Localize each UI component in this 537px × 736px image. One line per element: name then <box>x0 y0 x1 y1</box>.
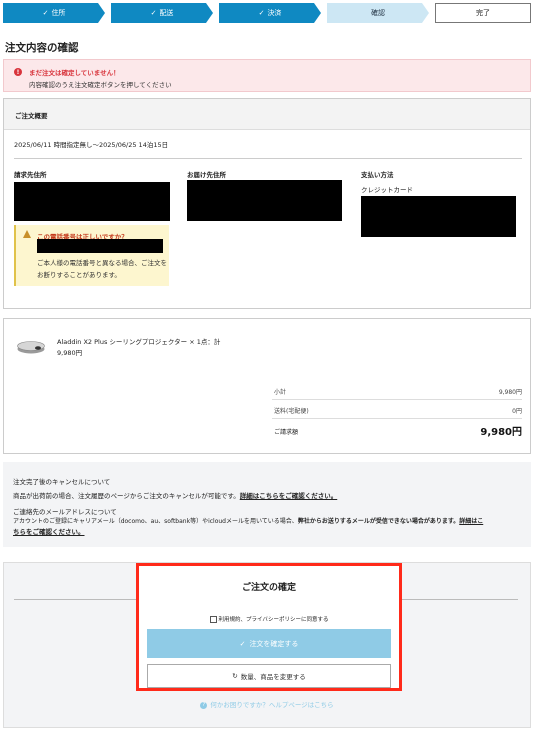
mail-title: ご連絡先のメールアドレスについて <box>13 508 117 516</box>
delivery-schedule: 2025/06/11 時間指定無し〜2025/06/25 14泊15日 <box>14 141 169 149</box>
change-items-button[interactable]: ↻ 数量、商品を変更する <box>147 664 391 688</box>
summary-heading: ご注文概要 <box>15 112 48 120</box>
step-label: 決済 <box>267 9 282 17</box>
confirm-title: ご注文の確定 <box>241 583 296 593</box>
subtotal-label: 小計 <box>274 389 287 396</box>
subtotal-value: 9,980円 <box>498 389 522 396</box>
alert-title: まだ注文は確定していません！ <box>29 69 120 77</box>
mail-detail-link-cont[interactable]: ちらをご確認ください。 <box>13 528 85 536</box>
shipping-address-label: お届け先住所 <box>187 171 226 179</box>
step-label: 完了 <box>476 9 490 17</box>
cancel-text: 商品が出荷前の場合、注文履歴のページからご注文のキャンセルが可能です。詳細はこち… <box>13 490 337 500</box>
step-payment[interactable]: ✓ 決済 <box>219 3 321 23</box>
agree-checkbox[interactable] <box>209 615 217 623</box>
divider <box>14 158 522 159</box>
confirm-order-button[interactable]: ✓ 注文を確定する <box>147 629 391 658</box>
shipping-address-redacted <box>187 180 342 221</box>
check-icon: ✓ <box>239 639 246 648</box>
step-label: 配送 <box>159 9 174 17</box>
confirm-order-label: 注文を確定する <box>249 639 299 648</box>
check-icon: ✓ <box>258 9 265 17</box>
change-items-label: 数量、商品を変更する <box>240 673 306 681</box>
product-section: Aladdin X2 Plus シーリングプロジェクター × 1点：計9,980… <box>3 318 531 454</box>
summary-header: ご注文概要 <box>4 99 530 130</box>
page-title: 注文内容の確認 <box>5 42 79 54</box>
step-confirm: 確認 <box>327 3 429 23</box>
projector-icon <box>17 341 45 354</box>
mail-text: アカウントのご登録にキャリアメール（docomo、au、softbank等）やi… <box>13 516 483 525</box>
alert-icon: ! <box>14 68 22 76</box>
check-icon: ✓ <box>150 9 157 17</box>
payment-method-label: 支払い方法 <box>361 171 394 179</box>
phone-redacted <box>37 239 163 253</box>
confirm-highlight-box: ご注文の確定 利用規約、プライバシーポリシーに同意する ✓ 注文を確定する ↻ 数量… <box>136 563 402 691</box>
step-label: 確認 <box>371 9 385 17</box>
total-row: ご請求額 9,980円 <box>272 419 522 443</box>
warning-icon <box>23 230 31 238</box>
mail-link-line: ちらをご確認ください。 <box>13 526 85 536</box>
step-label: 住所 <box>51 9 66 17</box>
mail-detail-link[interactable]: 詳細はこ <box>459 518 483 525</box>
step-address[interactable]: ✓ 住所 <box>3 3 105 23</box>
confirm-section: ご注文の確定 利用規約、プライバシーポリシーに同意する ✓ 注文を確定する ↻ 数量… <box>3 562 531 728</box>
agree-label[interactable]: 利用規約、プライバシーポリシーに同意する <box>219 615 329 623</box>
order-summary: ご注文概要 2025/06/11 時間指定無し〜2025/06/25 14泊15… <box>3 98 531 309</box>
shipping-row: 送料(宅配便) 0円 <box>272 400 522 419</box>
billing-address-redacted <box>14 182 170 221</box>
mail-bold: 弊社からお送りするメールが受信できない場合があります。 <box>297 518 460 525</box>
refresh-icon: ↻ <box>232 672 238 680</box>
cancel-detail-link[interactable]: 詳細はこちらをご確認ください。 <box>240 492 338 500</box>
step-delivery[interactable]: ✓ 配送 <box>111 3 213 23</box>
billing-address-label: 請求先住所 <box>14 171 47 179</box>
product-name[interactable]: Aladdin X2 Plus シーリングプロジェクター × 1点：計9,980… <box>57 337 227 359</box>
checkout-steps: ✓ 住所 ✓ 配送 ✓ 決済 確認 完了 <box>3 3 531 23</box>
not-confirmed-alert: ! まだ注文は確定していません！ 内容確認のうえ注文確定ボタンを押してください <box>3 59 531 92</box>
check-icon: ✓ <box>42 9 49 17</box>
payment-method-value: クレジットカード <box>361 186 413 194</box>
card-details-redacted <box>361 196 516 237</box>
alert-body: 内容確認のうえ注文確定ボタンを押してください <box>29 81 172 89</box>
cancel-body: 商品が出荷前の場合、注文履歴のページからご注文のキャンセルが可能です。 <box>13 492 240 500</box>
help-link[interactable]: ? 何かお困りですか？ヘルプページはこちら <box>4 699 530 709</box>
total-label: ご請求額 <box>274 429 299 436</box>
help-text[interactable]: 何かお困りですか？ヘルプページはこちら <box>210 701 333 709</box>
shipping-label: 送料(宅配便) <box>274 408 309 415</box>
phone-warning: この電話番号は正しいですか？ ご本人様の電話番号と異なる場合、ご注文をお断りする… <box>14 225 169 286</box>
cancel-title: 注文完了後のキャンセルについて <box>13 478 111 486</box>
shipping-value: 0円 <box>512 408 522 415</box>
subtotal-row: 小計 9,980円 <box>272 381 522 400</box>
total-value: 9,980円 <box>480 427 522 438</box>
warning-body: ご本人様の電話番号と異なる場合、ご注文をお断りすることがあります。 <box>37 259 167 279</box>
mail-body: アカウントのご登録にキャリアメール（docomo、au、softbank等）やi… <box>13 518 298 525</box>
step-complete: 完了 <box>435 3 531 23</box>
agree-terms[interactable]: 利用規約、プライバシーポリシーに同意する <box>139 615 399 623</box>
notice-section: 注文完了後のキャンセルについて 商品が出荷前の場合、注文履歴のページからご注文の… <box>3 462 531 547</box>
question-icon: ? <box>200 701 208 709</box>
